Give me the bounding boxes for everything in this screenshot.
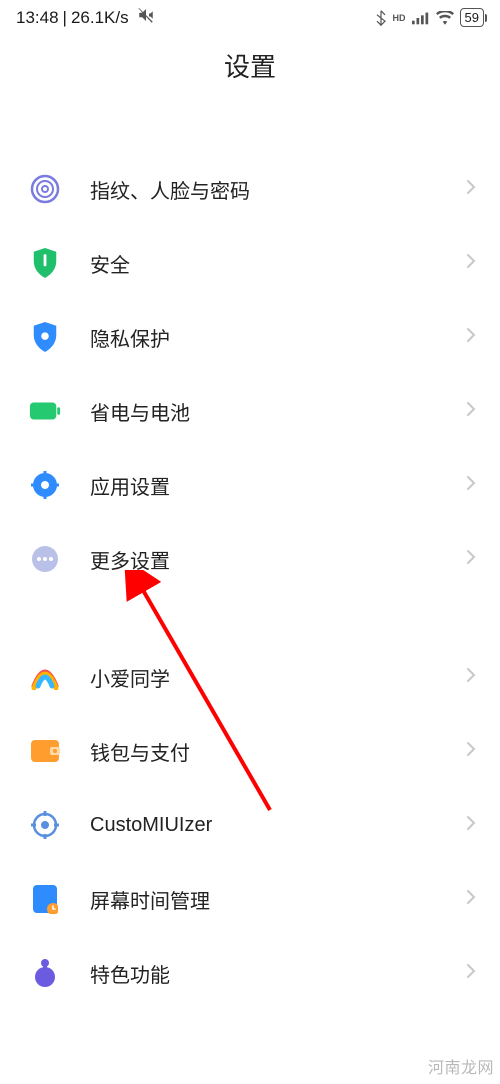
- row-label: 更多设置: [90, 545, 466, 574]
- row-label: CustoMIUIzer: [90, 814, 466, 837]
- row-more-settings[interactable]: 更多设置: [0, 522, 500, 596]
- row-label: 指纹、人脸与密码: [90, 175, 466, 204]
- wallet-icon: [28, 734, 62, 768]
- status-bar: 13:48 | 26.1K/s HD 59: [0, 0, 500, 33]
- row-battery[interactable]: 省电与电池: [0, 374, 500, 448]
- settings-group-1: 指纹、人脸与密码 安全 隐私保护 省电与电池 应用设置 更多设置: [0, 152, 500, 596]
- chevron-right-icon: [466, 741, 476, 762]
- status-net-speed: 26.1K/s: [71, 8, 129, 28]
- row-label: 安全: [90, 249, 466, 278]
- row-label: 钱包与支付: [90, 737, 466, 766]
- chevron-right-icon: [466, 549, 476, 570]
- chevron-right-icon: [466, 963, 476, 984]
- customiuizer-icon: [28, 808, 62, 842]
- chevron-right-icon: [466, 401, 476, 422]
- chevron-right-icon: [466, 253, 476, 274]
- row-label: 隐私保护: [90, 323, 466, 352]
- row-apps[interactable]: 应用设置: [0, 448, 500, 522]
- more-icon: [28, 542, 62, 576]
- shield-icon: [28, 246, 62, 280]
- watermark: 河南龙网: [428, 1054, 494, 1078]
- privacy-icon: [28, 320, 62, 354]
- row-wallet[interactable]: 钱包与支付: [0, 714, 500, 788]
- row-label: 小爱同学: [90, 663, 466, 692]
- row-label: 特色功能: [90, 959, 466, 988]
- hd-icon: HD: [393, 13, 406, 23]
- row-fingerprint[interactable]: 指纹、人脸与密码: [0, 152, 500, 226]
- settings-group-2: 小爱同学 钱包与支付 CustoMIUIzer 屏幕时间管理 特色功能: [0, 640, 500, 1010]
- status-time: 13:48: [16, 8, 59, 28]
- signal-icon: [412, 11, 430, 25]
- row-label: 屏幕时间管理: [90, 885, 466, 914]
- chevron-right-icon: [466, 179, 476, 200]
- wifi-icon: [436, 11, 454, 25]
- row-privacy[interactable]: 隐私保护: [0, 300, 500, 374]
- chevron-right-icon: [466, 475, 476, 496]
- row-screentime[interactable]: 屏幕时间管理: [0, 862, 500, 936]
- fingerprint-icon: [28, 172, 62, 206]
- feature-icon: [28, 956, 62, 990]
- battery-indicator: 59: [460, 8, 484, 27]
- chevron-right-icon: [466, 889, 476, 910]
- row-security[interactable]: 安全: [0, 226, 500, 300]
- page-title: 设置: [0, 33, 500, 108]
- chevron-right-icon: [466, 815, 476, 836]
- row-label: 省电与电池: [90, 397, 466, 426]
- screentime-icon: [28, 882, 62, 916]
- chevron-right-icon: [466, 327, 476, 348]
- battery-icon: [28, 394, 62, 428]
- gear-icon: [28, 468, 62, 502]
- mute-icon: [137, 6, 155, 29]
- row-xiaoai[interactable]: 小爱同学: [0, 640, 500, 714]
- xiaoai-icon: [28, 660, 62, 694]
- row-customiuizer[interactable]: CustoMIUIzer: [0, 788, 500, 862]
- bluetooth-icon: [375, 10, 387, 26]
- row-label: 应用设置: [90, 471, 466, 500]
- chevron-right-icon: [466, 667, 476, 688]
- row-features[interactable]: 特色功能: [0, 936, 500, 1010]
